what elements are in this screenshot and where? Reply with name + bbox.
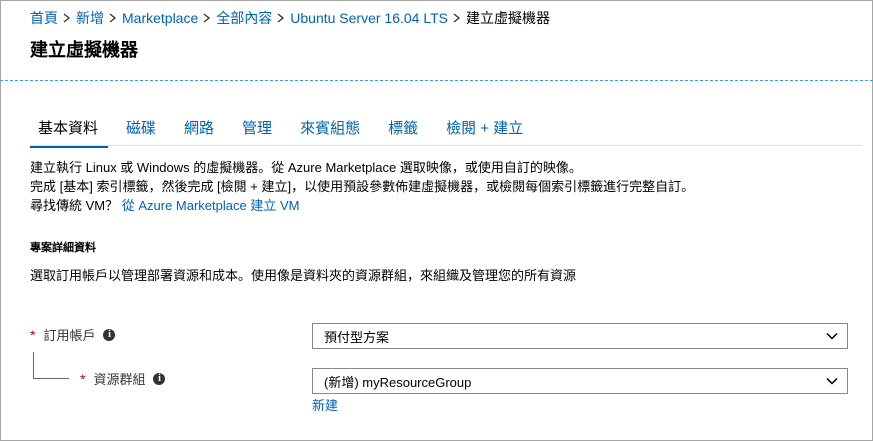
chevron-right-icon <box>104 13 122 23</box>
title-divider <box>0 80 873 81</box>
classic-vm-text: 尋找傳統 VM？ <box>30 198 122 213</box>
required-marker: * <box>30 326 36 343</box>
info-icon[interactable]: i <box>153 372 166 385</box>
subscription-dropdown[interactable]: 預付型方案 <box>312 323 848 349</box>
chevron-right-icon <box>58 13 76 23</box>
breadcrumb-new[interactable]: 新增 <box>76 8 104 28</box>
breadcrumb-ubuntu[interactable]: Ubuntu Server 16.04 LTS <box>290 10 448 26</box>
tab-tags[interactable]: 標籤 <box>378 114 428 148</box>
resource-group-dropdown[interactable]: (新增) myResourceGroup <box>312 368 848 394</box>
breadcrumb: 首頁 新增 Marketplace 全部內容 Ubuntu Server 16.… <box>30 8 550 28</box>
intro-line-3: 尋找傳統 VM？ 從 Azure Marketplace 建立 VM <box>30 196 694 215</box>
breadcrumb-home[interactable]: 首頁 <box>30 8 58 28</box>
intro-description: 建立執行 Linux 或 Windows 的虛擬機器。從 Azure Marke… <box>30 158 694 215</box>
intro-line-1: 建立執行 Linux 或 Windows 的虛擬機器。從 Azure Marke… <box>30 160 582 175</box>
tab-bar: 基本資料 磁碟 網路 管理 來賓組態 標籤 檢閱 + 建立 <box>30 114 541 148</box>
create-new-resource-group-link[interactable]: 新建 <box>312 395 338 414</box>
tabs-divider <box>30 145 862 146</box>
breadcrumb-marketplace[interactable]: Marketplace <box>122 10 198 26</box>
create-classic-vm-link[interactable]: 從 Azure Marketplace 建立 VM <box>122 198 300 213</box>
resource-group-label: 資源群組 <box>93 372 146 387</box>
subscription-label-row: * 訂用帳戶 i <box>30 325 116 344</box>
tab-networking[interactable]: 網路 <box>174 114 224 148</box>
tab-review-create[interactable]: 檢閱 + 建立 <box>436 114 533 148</box>
subscription-label: 訂用帳戶 <box>43 328 96 343</box>
resource-group-value: (新增) myResourceGroup <box>324 374 472 390</box>
chevron-right-icon <box>448 13 466 23</box>
tree-connector-horizontal <box>33 378 69 379</box>
tab-guest-config[interactable]: 來賓組態 <box>290 114 370 148</box>
tab-management[interactable]: 管理 <box>232 114 282 148</box>
breadcrumb-all-content[interactable]: 全部內容 <box>216 8 272 28</box>
tab-disks[interactable]: 磁碟 <box>116 114 166 148</box>
intro-line-2: 完成 [基本] 索引標籤，然後完成 [檢閱 + 建立]，以使用預設參數佈建虛擬機… <box>30 179 695 194</box>
tree-connector-vertical <box>33 352 34 378</box>
chevron-down-icon <box>826 377 838 385</box>
resource-group-label-row: * 資源群組 i <box>80 369 166 388</box>
required-marker: * <box>80 370 86 387</box>
page-title: 建立虛擬機器 <box>30 40 138 60</box>
chevron-down-icon <box>826 332 838 340</box>
project-details-description: 選取訂用帳戶以管理部署資源和成本。使用像是資料夾的資源群組，來組織及管理您的所有… <box>30 268 577 283</box>
breadcrumb-current: 建立虛擬機器 <box>465 10 550 26</box>
project-details-title: 專案詳細資料 <box>30 242 96 254</box>
info-icon[interactable]: i <box>103 328 116 341</box>
chevron-right-icon <box>272 13 290 23</box>
tab-basics[interactable]: 基本資料 <box>30 114 109 148</box>
chevron-right-icon <box>198 13 216 23</box>
subscription-value: 預付型方案 <box>324 329 390 345</box>
